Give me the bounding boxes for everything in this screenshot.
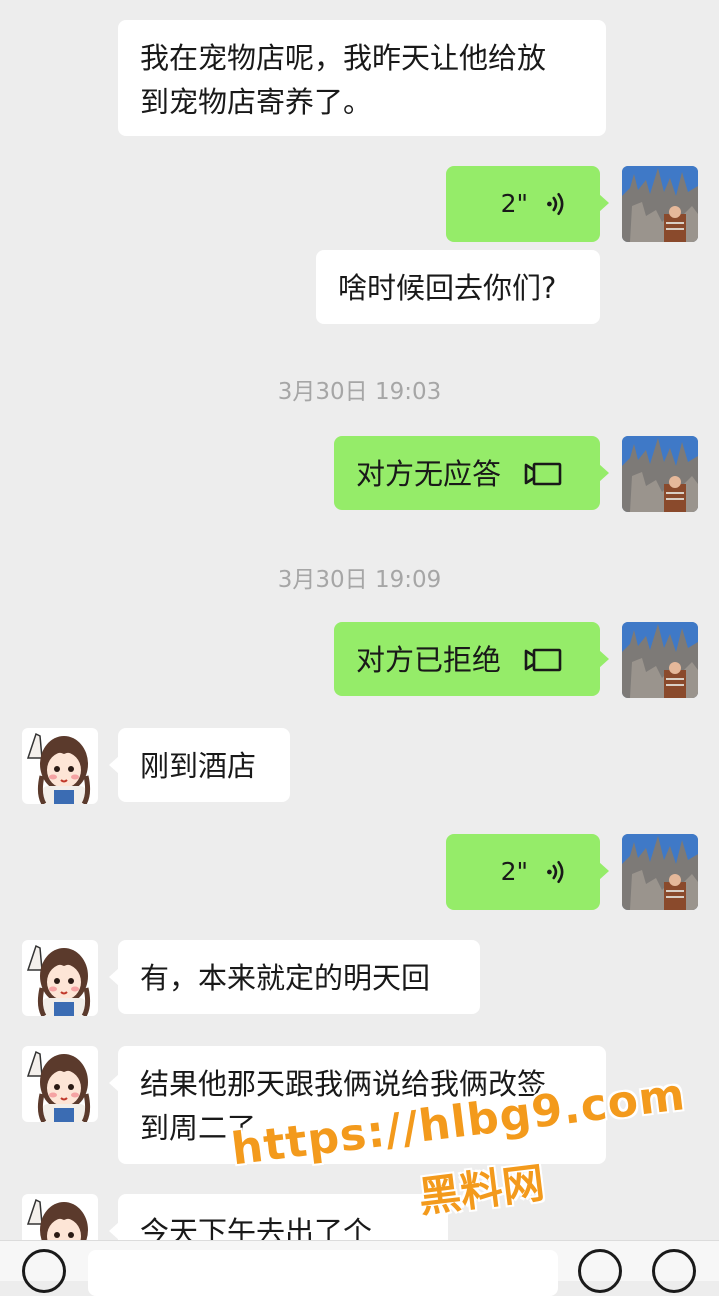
timestamp: 3月30日 19:03 xyxy=(277,379,442,405)
outgoing-voice-message[interactable]: 2" xyxy=(446,834,609,910)
self-avatar[interactable] xyxy=(622,436,698,512)
message-text-line: 到周二了 xyxy=(140,1111,257,1145)
outgoing-call-record[interactable]: 对方已拒绝 xyxy=(334,622,609,696)
message-text: 刚到酒店 xyxy=(140,749,257,783)
incoming-message-bubble[interactable]: 今天下午去出了个 xyxy=(109,1194,448,1240)
video-call-icon xyxy=(523,647,563,673)
contact-avatar[interactable] xyxy=(22,1046,98,1122)
message-text: 有，本来就定的明天回 xyxy=(140,961,431,995)
message-text-line: 结果他那天跟我俩说给我俩改签 xyxy=(140,1067,547,1101)
incoming-message-bubble[interactable]: 我在宠物店呢，我昨天让他给放 到宠物店寄养了。 xyxy=(118,20,606,136)
message-text: 今天下午去出了个 xyxy=(140,1215,373,1240)
message-text: 啥时候回去你们? xyxy=(338,271,557,305)
call-status-text: 对方已拒绝 xyxy=(356,643,502,677)
self-avatar[interactable] xyxy=(622,166,698,242)
chat-input-bar xyxy=(0,1240,719,1296)
timestamp: 3月30日 19:09 xyxy=(277,567,442,593)
incoming-message-bubble[interactable]: 结果他那天跟我俩说给我俩改签 到周二了 xyxy=(109,1046,606,1164)
self-avatar[interactable] xyxy=(622,834,698,910)
video-call-icon xyxy=(523,461,563,487)
contact-avatar[interactable] xyxy=(22,728,98,804)
outgoing-call-record[interactable]: 对方无应答 xyxy=(334,436,609,510)
voice-duration: 2" xyxy=(500,189,528,218)
contact-avatar[interactable] xyxy=(22,940,98,1016)
self-avatar[interactable] xyxy=(622,622,698,698)
emoji-icon[interactable] xyxy=(578,1249,622,1293)
plus-icon[interactable] xyxy=(652,1249,696,1293)
contact-avatar[interactable] xyxy=(22,1194,98,1240)
incoming-message-bubble[interactable]: 啥时候回去你们? xyxy=(316,250,600,324)
voice-wave-icon xyxy=(544,859,570,885)
call-status-text: 对方无应答 xyxy=(356,457,502,491)
voice-input-icon[interactable] xyxy=(22,1249,66,1293)
message-text-line: 我在宠物店呢，我昨天让他给放 xyxy=(140,41,547,75)
incoming-message-bubble[interactable]: 有，本来就定的明天回 xyxy=(109,940,480,1014)
voice-wave-icon xyxy=(544,191,570,217)
message-text-line: 到宠物店寄养了。 xyxy=(140,85,373,119)
chat-message-list[interactable]: 我在宠物店呢，我昨天让他给放 到宠物店寄养了。 2" 啥时候回去你们? 3月30… xyxy=(0,0,719,1240)
incoming-message-bubble[interactable]: 刚到酒店 xyxy=(109,728,290,802)
message-input[interactable] xyxy=(88,1250,558,1296)
outgoing-voice-message[interactable]: 2" xyxy=(446,166,609,242)
voice-duration: 2" xyxy=(500,857,528,886)
